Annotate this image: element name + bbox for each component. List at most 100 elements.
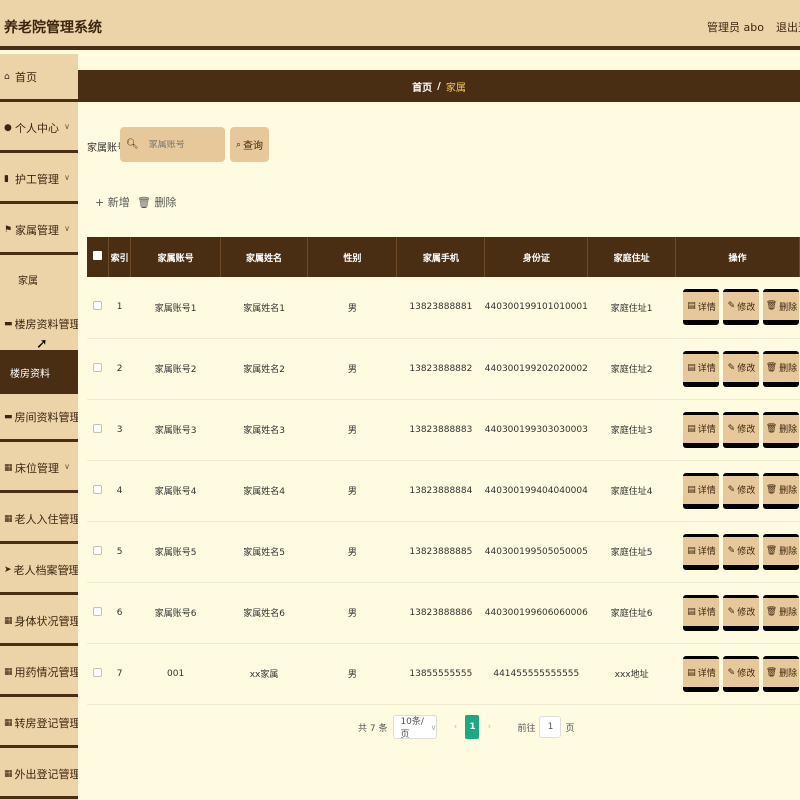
checkbox[interactable] (93, 423, 103, 433)
edit-label: 修改 (737, 364, 756, 374)
sidebar-item-rooms[interactable]: ▬ 房间资料管理 ∨ (0, 394, 78, 442)
sidebar-subitem-family[interactable]: 家属 (0, 258, 78, 300)
delete-button[interactable]: 🗑︎ 删除 (763, 655, 800, 692)
document-icon: ▤ (687, 484, 696, 495)
sidebar-item-checkin[interactable]: ▦ 老人入住管理 ∨ (0, 496, 78, 544)
prev-page-button[interactable]: ‹ (445, 722, 465, 732)
row-select[interactable] (87, 399, 109, 461)
logout-link[interactable]: 退出登录 (776, 19, 800, 35)
cell-name: xx家属 (220, 643, 308, 705)
delete-button[interactable]: 🗑︎ 删除 (763, 594, 800, 631)
chevron-down-icon: ∨ (64, 411, 70, 420)
detail-button[interactable]: ▤ 详情 (683, 411, 720, 448)
sidebar-item-elder-records[interactable]: ➤ 老人档案管理 ∨ (0, 547, 78, 595)
column-header: 性别 (307, 237, 398, 277)
row-select[interactable] (87, 277, 109, 339)
cell-address: 家庭住址4 (587, 460, 676, 522)
delete-button[interactable]: 🗑︎ 删除 (763, 289, 800, 326)
edit-button[interactable]: ✎ 修改 (723, 411, 760, 448)
sidebar-item-beds[interactable]: ▦ 床位管理 ∨ (0, 445, 78, 493)
cell-id-card: 440300199101010001 (484, 277, 588, 339)
search-field[interactable]: 🔍︎ (120, 127, 225, 162)
trash-icon: 🗑︎ (765, 606, 778, 617)
detail-button[interactable]: ▤ 详情 (683, 533, 720, 570)
column-header: 家庭住址 (587, 237, 676, 277)
cell-address: 家庭住址3 (587, 399, 676, 461)
column-header: 操作 (675, 237, 800, 277)
detail-button[interactable]: ▤ 详情 (683, 594, 720, 631)
cell-gender: 男 (307, 338, 397, 400)
trash-icon: 🗑︎ (765, 484, 778, 495)
breadcrumb-home[interactable]: 首页 (412, 79, 432, 94)
row-actions: ▤ 详情 ✎ 修改 🗑︎ 删除 (675, 643, 800, 705)
row-select[interactable] (87, 338, 109, 400)
checkbox[interactable] (93, 545, 103, 555)
detail-button[interactable]: ▤ 详情 (683, 289, 720, 326)
cell-gender: 男 (307, 460, 397, 522)
checkbox[interactable] (93, 301, 103, 311)
next-page-button[interactable]: › (479, 722, 499, 732)
checkbox[interactable] (93, 667, 103, 677)
edit-button[interactable]: ✎ 修改 (723, 655, 760, 692)
bar-chart-icon: ▮ (4, 173, 9, 184)
document-icon: ▤ (687, 545, 696, 556)
batch-delete-button[interactable]: 🗑︎ 删除 (137, 194, 176, 210)
sidebar-item-home[interactable]: ⌂ 首页 (0, 54, 78, 102)
detail-button[interactable]: ▤ 详情 (683, 655, 720, 692)
column-header: 家属账号 (130, 237, 221, 277)
sidebar-item-label: 床位管理 (15, 461, 59, 475)
sidebar-item-label: 护工管理 (15, 172, 59, 186)
trash-icon: 🗑︎ (765, 362, 778, 373)
delete-button[interactable]: 🗑︎ 删除 (763, 350, 800, 387)
detail-label: 详情 (697, 486, 716, 496)
detail-button[interactable]: ▤ 详情 (683, 472, 720, 509)
trash-icon: 🗑︎ (765, 545, 778, 556)
edit-label: 修改 (737, 608, 756, 618)
sidebar-item-medication[interactable]: ▦ 用药情况管理 ∨ (0, 649, 78, 697)
chevron-down-icon: ∨ (64, 666, 70, 675)
chevron-down-icon: ∨ (64, 615, 70, 624)
checkbox[interactable] (92, 251, 102, 260)
page-number-current[interactable]: 1 (465, 715, 480, 739)
sidebar-subitem-building-info[interactable]: 楼房资料 (0, 350, 78, 394)
sidebar-item-health[interactable]: ▦ 身体状况管理 ∨ (0, 598, 78, 646)
grid-icon: ▦ (4, 666, 13, 677)
cell-index: 7 (108, 643, 131, 705)
row-select[interactable] (87, 460, 109, 522)
edit-button[interactable]: ✎ 修改 (723, 594, 760, 631)
checkbox[interactable] (93, 606, 103, 616)
detail-button[interactable]: ▤ 详情 (683, 350, 720, 387)
cell-id-card: 440300199404040004 (484, 460, 588, 522)
checkbox[interactable] (93, 484, 103, 494)
edit-button[interactable]: ✎ 修改 (723, 350, 760, 387)
row-select[interactable] (87, 643, 109, 705)
delete-button[interactable]: 🗑︎ 删除 (763, 533, 800, 570)
edit-button[interactable]: ✎ 修改 (723, 533, 760, 570)
sidebar-item-outing[interactable]: ▦ 外出登记管理 ∨ (0, 751, 78, 799)
search-button[interactable]: ⌕ 查询 (230, 127, 269, 162)
checkbox[interactable] (93, 362, 103, 372)
row-select[interactable] (87, 521, 109, 583)
delete-button[interactable]: 🗑︎ 删除 (763, 411, 800, 448)
cell-index: 4 (108, 460, 131, 522)
breadcrumb: 首页 / 家属 (78, 70, 800, 102)
cell-phone: 13823888881 (396, 277, 485, 339)
chevron-down-icon: ∨ (64, 224, 70, 233)
goto-page-input[interactable]: 1 (539, 716, 562, 738)
sidebar-item-family[interactable]: ⚑ 家属管理 ∨ (0, 207, 78, 255)
add-button[interactable]: + 新增 (95, 194, 130, 210)
row-select[interactable] (87, 582, 109, 644)
select-all-checkbox[interactable] (87, 237, 109, 277)
document-icon: ▤ (687, 301, 696, 312)
delete-button[interactable]: 🗑︎ 删除 (763, 472, 800, 509)
sidebar-item-room-transfer[interactable]: ▦ 转房登记管理 ∨ (0, 700, 78, 748)
cell-phone: 13855555555 (396, 643, 485, 705)
sidebar-item-profile[interactable]: ● 个人中心 ∨ (0, 105, 78, 153)
edit-button[interactable]: ✎ 修改 (723, 472, 760, 509)
cell-name: 家属姓名6 (220, 582, 308, 644)
column-header: 家属姓名 (220, 237, 309, 277)
edit-button[interactable]: ✎ 修改 (723, 289, 760, 326)
search-input[interactable] (148, 139, 219, 150)
page-size-select[interactable]: 10条/页 ∨ (393, 715, 438, 740)
sidebar-item-caregivers[interactable]: ▮ 护工管理 ∨ (0, 156, 78, 204)
